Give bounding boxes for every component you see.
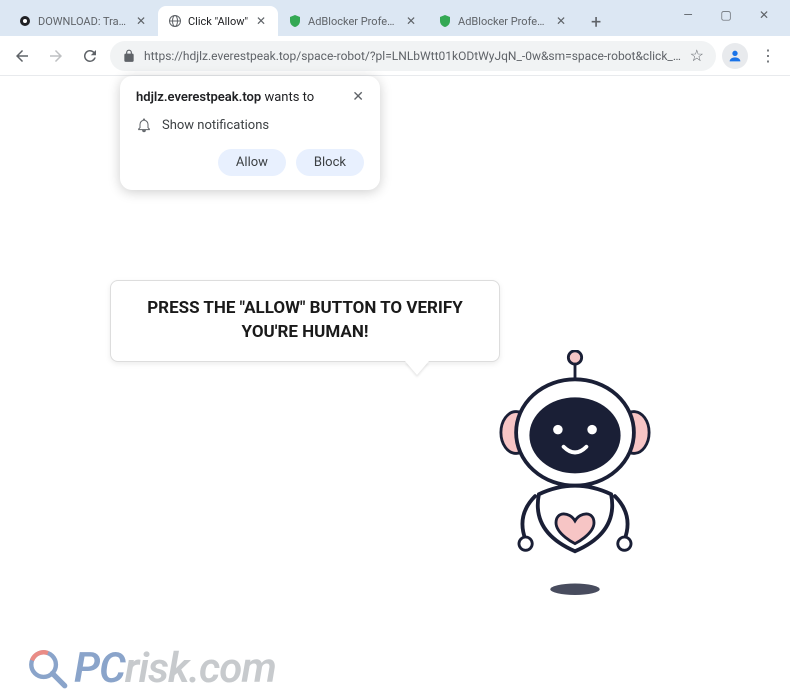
bell-icon — [136, 117, 152, 133]
watermark: PCrisk.com — [26, 644, 276, 693]
bookmark-star-icon[interactable]: ☆ — [690, 46, 704, 65]
tab-adblocker-1[interactable]: AdBlocker Professio ✕ — [278, 6, 428, 36]
address-bar[interactable]: https://hdjlz.everestpeak.top/space-robo… — [110, 41, 716, 71]
watermark-pc: PC — [74, 644, 125, 693]
shield-icon — [438, 14, 452, 28]
reload-button[interactable] — [76, 42, 104, 70]
close-icon[interactable]: ✕ — [352, 90, 364, 104]
magnifier-icon — [26, 647, 70, 691]
window-controls: — ▢ ✕ — [670, 0, 782, 36]
watermark-rest: risk.com — [125, 644, 276, 693]
tab-title: Click "Allow" — [188, 15, 248, 28]
notification-permission-popup: hdjlz.everestpeak.top wants to ✕ Show no… — [120, 76, 380, 190]
close-icon[interactable]: ✕ — [404, 14, 418, 28]
forward-button[interactable] — [42, 42, 70, 70]
speech-bubble-wrap: PRESS THE "ALLOW" BUTTON TO VERIFY YOU'R… — [110, 280, 500, 362]
maximize-button[interactable]: ▢ — [708, 2, 744, 28]
globe-icon — [168, 14, 182, 28]
permission-domain: hdjlz.everestpeak.top — [136, 90, 261, 105]
record-icon — [18, 14, 32, 28]
shield-icon — [288, 14, 302, 28]
robot-illustration — [480, 350, 670, 610]
block-button[interactable]: Block — [296, 149, 364, 176]
tab-title: AdBlocker Professio — [458, 15, 548, 28]
toolbar: https://hdjlz.everestpeak.top/space-robo… — [0, 36, 790, 76]
window-close-button[interactable]: ✕ — [746, 2, 782, 28]
tab-click-allow[interactable]: Click "Allow" ✕ — [158, 6, 278, 36]
page-content — [0, 76, 790, 699]
allow-button[interactable]: Allow — [218, 149, 286, 176]
tab-download[interactable]: DOWNLOAD: Transfo ✕ — [8, 6, 158, 36]
permission-title: hdjlz.everestpeak.top wants to — [136, 90, 314, 105]
new-tab-button[interactable]: + — [582, 8, 610, 36]
tab-title: DOWNLOAD: Transfo — [38, 15, 128, 28]
permission-row-notifications: Show notifications — [136, 117, 364, 133]
tab-adblocker-2[interactable]: AdBlocker Professio ✕ — [428, 6, 578, 36]
speech-bubble: PRESS THE "ALLOW" BUTTON TO VERIFY YOU'R… — [110, 280, 500, 362]
url-text: https://hdjlz.everestpeak.top/space-robo… — [144, 49, 682, 63]
tab-title: AdBlocker Professio — [308, 15, 398, 28]
minimize-button[interactable]: — — [670, 2, 706, 28]
close-icon[interactable]: ✕ — [554, 14, 568, 28]
permission-label: Show notifications — [162, 118, 269, 133]
titlebar: DOWNLOAD: Transfo ✕ Click "Allow" ✕ AdBl… — [0, 0, 790, 36]
close-icon[interactable]: ✕ — [254, 14, 268, 28]
close-icon[interactable]: ✕ — [134, 14, 148, 28]
back-button[interactable] — [8, 42, 36, 70]
profile-button[interactable] — [722, 43, 748, 69]
permission-wants-to: wants to — [264, 90, 314, 105]
lock-icon — [122, 49, 136, 63]
kebab-menu-icon[interactable]: ⋮ — [754, 42, 782, 70]
watermark-text: PCrisk.com — [74, 644, 276, 693]
